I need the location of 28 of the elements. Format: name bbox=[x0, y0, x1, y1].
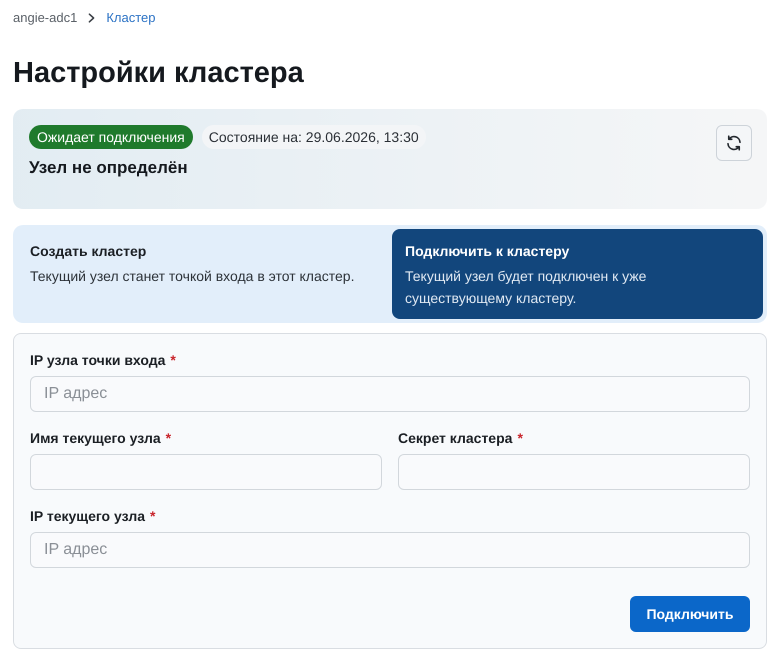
field-label: Имя текущего узла bbox=[30, 429, 161, 447]
cluster-mode-option[interactable]: Подключить к кластеру Текущий узел будет подключен к уже существующему кластеру. bbox=[392, 229, 763, 319]
refresh-button[interactable] bbox=[716, 125, 752, 161]
text-input[interactable]: IP адрес bbox=[30, 532, 750, 568]
text-input[interactable]: IP адрес bbox=[30, 376, 750, 412]
required-mark: * bbox=[517, 429, 523, 447]
cluster-mode-option[interactable]: Создать кластер Текущий узел станет точкой входа в этот кластер. bbox=[17, 229, 388, 319]
required-mark: * bbox=[166, 429, 172, 447]
text-input[interactable] bbox=[30, 454, 382, 490]
breadcrumb-link[interactable]: angie-adc1 bbox=[13, 10, 78, 26]
node-status-text: Узел не определён bbox=[29, 157, 189, 179]
option-title: Подключить к кластеру bbox=[405, 242, 570, 260]
refresh-icon bbox=[725, 134, 743, 152]
required-mark: * bbox=[170, 351, 176, 369]
field-label: IP узла точки входа bbox=[30, 351, 166, 369]
connect-button[interactable]: Подключить bbox=[630, 596, 750, 632]
text-input[interactable] bbox=[398, 454, 750, 490]
field-label: Секрет кластера bbox=[398, 429, 512, 447]
option-title: Создать кластер bbox=[30, 242, 148, 260]
option-description: Текущий узел будет подключен к уже существующему кластеру. bbox=[405, 267, 648, 308]
option-description: Текущий узел станет точкой входа в этот кластер. bbox=[30, 267, 356, 286]
status-timestamp: Состояние на: 29.06.2026, 13:30 bbox=[202, 125, 426, 149]
breadcrumb-link[interactable]: Кластер bbox=[106, 10, 156, 26]
required-mark: * bbox=[150, 507, 156, 525]
status-badge: Ожидает подключения bbox=[29, 125, 193, 149]
page-title: Настройки кластера bbox=[13, 56, 305, 90]
chevron-right-icon bbox=[88, 13, 96, 23]
field-label: IP текущего узла bbox=[30, 507, 146, 525]
